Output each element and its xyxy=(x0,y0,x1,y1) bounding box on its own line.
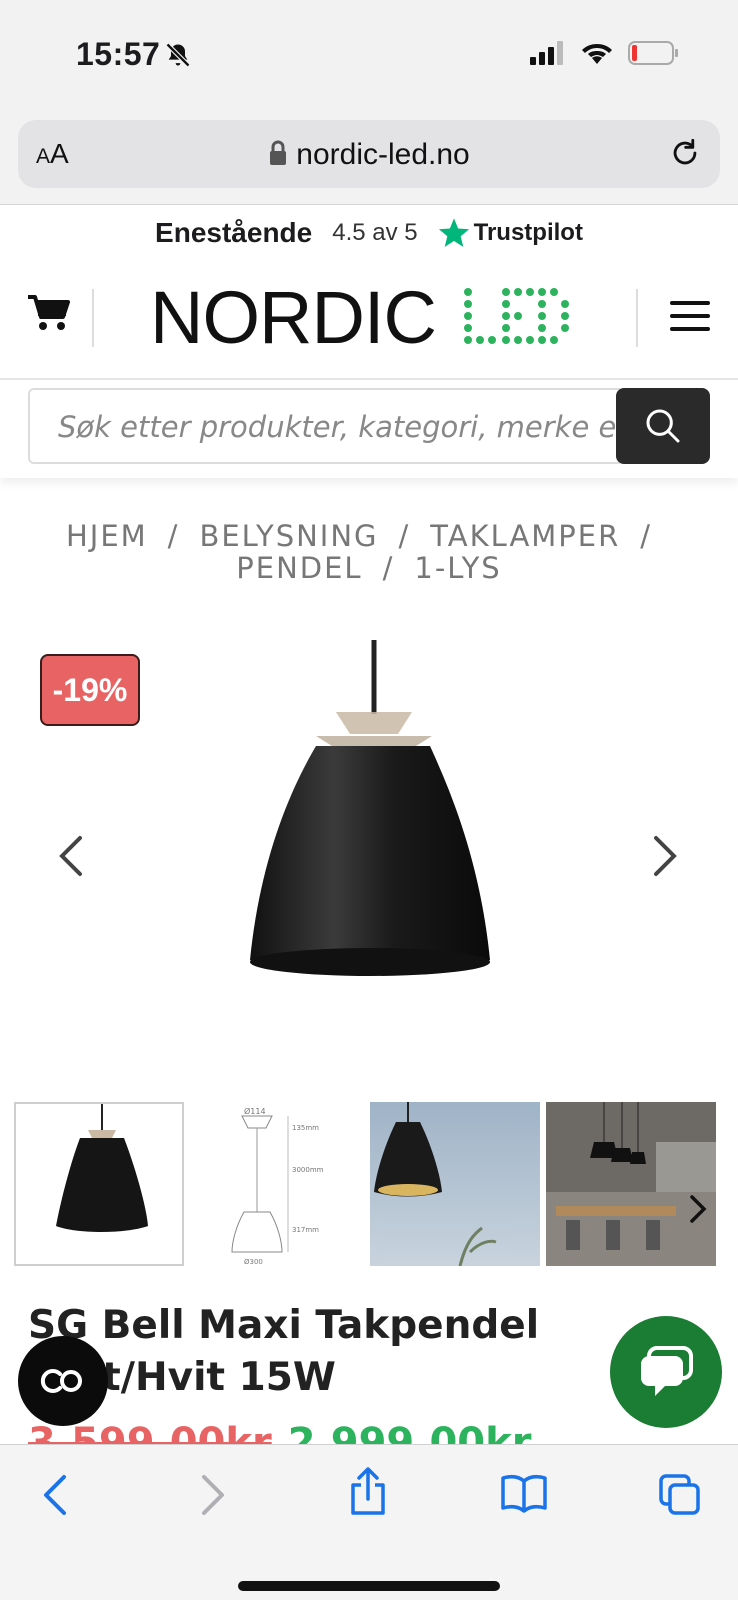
reload-icon[interactable] xyxy=(668,136,702,170)
chat-icon xyxy=(641,1346,693,1396)
url-text: nordic-led.no xyxy=(296,138,470,171)
logo-text: NORDIC xyxy=(150,276,437,359)
breadcrumb-item[interactable]: HJEM xyxy=(66,519,148,553)
clock-text: 15:57 xyxy=(76,36,161,72)
back-icon[interactable] xyxy=(40,1473,70,1517)
page: 15:57 AA nordic-led.no Enestående 4.5 av… xyxy=(0,0,738,1600)
breadcrumb-item[interactable]: PENDEL xyxy=(236,551,362,585)
thumbnail-strip: Ø114 135mm 3000mm 317mm Ø300 xyxy=(14,1102,724,1266)
trustpilot-label: Trustpilot xyxy=(473,219,583,246)
dim-label: Ø114 xyxy=(244,1106,266,1116)
trust-score: 4.5 av 5 xyxy=(332,219,418,246)
wifi-icon xyxy=(582,44,612,64)
status-time: 15:57 xyxy=(76,36,192,73)
breadcrumb-line-1: HJEM / BELYSNING / TAKLAMPER / xyxy=(40,520,698,552)
chevron-right-icon[interactable] xyxy=(650,834,682,878)
cellular-signal-icon xyxy=(530,41,563,65)
dim-label: 317mm xyxy=(292,1226,319,1234)
home-indicator xyxy=(238,1581,500,1591)
status-icons xyxy=(530,40,680,66)
thumbnail-pendant[interactable] xyxy=(14,1102,184,1266)
dim-label: Ø300 xyxy=(244,1258,263,1266)
thumbnail-lit-lamp[interactable] xyxy=(370,1102,540,1266)
trustpilot-brand: Trustpilot xyxy=(438,217,583,249)
dim-label: 3000mm xyxy=(292,1166,324,1174)
lock-icon xyxy=(270,140,287,165)
browser-address-area: AA nordic-led.no xyxy=(0,110,738,205)
cart-icon[interactable] xyxy=(26,293,70,333)
trust-rating-word: Enestående xyxy=(155,217,313,248)
chevron-left-icon[interactable] xyxy=(54,834,86,878)
logo-led-dots xyxy=(463,287,569,344)
share-icon[interactable] xyxy=(348,1467,388,1517)
address-bar[interactable]: AA nordic-led.no xyxy=(18,120,720,188)
site-logo[interactable]: NORDIC xyxy=(150,275,572,360)
thumbnail-drawing[interactable]: Ø114 135mm 3000mm 317mm Ø300 xyxy=(192,1102,362,1266)
search-button[interactable] xyxy=(616,388,710,464)
cookie-consent-icon xyxy=(40,1369,82,1393)
site-header: NORDIC xyxy=(0,265,738,375)
status-bar: 15:57 xyxy=(0,0,738,110)
search-area: Søk etter produkter, kategori, merke ell xyxy=(0,378,738,478)
breadcrumb-item[interactable]: TAKLAMPER xyxy=(430,519,620,553)
dim-label: 135mm xyxy=(292,1124,319,1132)
dining-room-image xyxy=(546,1102,716,1266)
cookie-consent-button[interactable] xyxy=(18,1336,108,1426)
url-display[interactable]: nordic-led.no xyxy=(18,138,720,172)
battery-low-icon xyxy=(628,41,678,65)
browser-toolbar xyxy=(0,1444,738,1600)
thumbnail-pendant-image xyxy=(16,1104,182,1264)
tabs-icon[interactable] xyxy=(658,1473,702,1517)
search-input[interactable]: Søk etter produkter, kategori, merke ell xyxy=(28,388,624,464)
breadcrumb-item[interactable]: BELYSNING xyxy=(199,519,378,553)
forward-icon[interactable] xyxy=(198,1473,228,1517)
dimension-drawing-image: Ø114 135mm 3000mm 317mm Ø300 xyxy=(192,1102,362,1266)
breadcrumb-separator: / xyxy=(398,519,411,553)
product-image[interactable] xyxy=(240,640,500,1000)
trustpilot-bar[interactable]: Enestående 4.5 av 5 Trustpilot xyxy=(0,205,738,261)
breadcrumb: HJEM / BELYSNING / TAKLAMPER / PENDEL/1-LYS xyxy=(40,520,698,584)
trustpilot-star-icon xyxy=(438,218,469,247)
header-divider xyxy=(92,289,94,347)
bookmarks-icon[interactable] xyxy=(500,1473,548,1513)
breadcrumb-separator: / xyxy=(167,519,180,553)
product-title: SG Bell Maxi Takpendel Sort/Hvit 15W xyxy=(28,1303,540,1400)
search-icon xyxy=(646,409,680,443)
thumbnail-next-icon[interactable] xyxy=(688,1194,708,1224)
thumbnail-dining-room[interactable] xyxy=(546,1102,716,1266)
breadcrumb-separator: / xyxy=(382,551,395,585)
header-divider xyxy=(636,289,638,347)
chat-button[interactable] xyxy=(610,1316,722,1428)
hamburger-menu-icon[interactable] xyxy=(670,301,710,331)
breadcrumb-line-2: PENDEL / 1-LYS xyxy=(40,552,698,584)
bell-slash-icon xyxy=(166,42,191,67)
lit-lamp-image xyxy=(370,1102,540,1266)
breadcrumb-separator: / xyxy=(640,519,653,553)
breadcrumb-item: 1-LYS xyxy=(414,551,502,585)
discount-badge: -19% xyxy=(40,654,140,726)
